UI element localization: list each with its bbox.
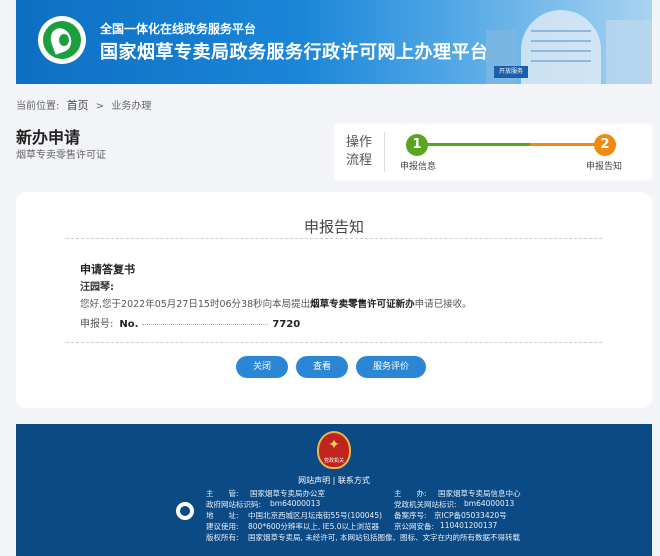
breadcrumb-prefix: 当前位置: [16, 101, 60, 112]
party-government-emblem-icon[interactable]: ✦ 党政机关 [317, 431, 351, 469]
flow-line-completed [417, 143, 530, 146]
footer-value: 国家烟草专卖局信息中心 [438, 489, 521, 498]
step-2-circle: 2 [594, 134, 616, 156]
breadcrumb-separator: > [95, 101, 105, 112]
divider [66, 238, 602, 239]
building-decoration [606, 20, 652, 84]
close-button[interactable]: 关闭 [236, 356, 288, 378]
footer-value: 110401200137 [440, 521, 498, 530]
footer-value: 京ICP备05033420号 [434, 511, 507, 520]
addressee: 汪园琴: [80, 282, 114, 293]
footer-value: 国家烟草专卖局办公室 [250, 489, 325, 498]
breadcrumb-home-link[interactable]: 首页 [67, 99, 89, 112]
divider [66, 342, 602, 343]
footer-label: 主 管: [206, 489, 239, 498]
notice-title: 申报告知 [303, 218, 364, 236]
footer-label: 版权所有: [206, 533, 239, 542]
tobacco-logo-icon [38, 16, 86, 64]
footer-label: 政府网站标识码: [206, 500, 262, 509]
footer-links[interactable]: 网站声明 | 联系方式 [16, 475, 652, 486]
header-banner: 全国一体化在线政务服务平台 国家烟草专卖局政务服务行政许可网上办理平台 开放服务 [16, 0, 652, 84]
footer-label: 建议使用: [206, 522, 239, 531]
government-website-icon[interactable] [176, 502, 194, 520]
footer-label: 党政机关网站标识: [394, 500, 457, 509]
masked-number [142, 323, 269, 325]
view-button[interactable]: 查看 [296, 356, 348, 378]
notice-card: 申报告知 申请答复书 汪园琴: 您好,您于2022年05月27日15时06分38… [16, 192, 652, 408]
footer-label: 主 办: [394, 489, 427, 498]
header-subtitle: 全国一体化在线政务服务平台 [100, 22, 257, 36]
step-1-circle: 1 [406, 134, 428, 156]
footer-value: 中国北京西城区月坛南街55号(100045) [248, 511, 383, 520]
process-flow: 操作流程 1 2 申报信息 申报告知 [334, 124, 652, 180]
letter-title: 申请答复书 [80, 263, 135, 276]
flow-divider [384, 132, 385, 172]
breadcrumb-current: 业务办理 [111, 101, 152, 112]
footer-label: 京公网安备: [394, 522, 435, 531]
footer-value: bm64000013 [464, 499, 515, 508]
breadcrumb: 当前位置: 首页 > 业务办理 [16, 97, 155, 113]
open-service-badge[interactable]: 开放服务 [494, 66, 528, 78]
footer-value: 800*600分辨率以上, IE5.0以上浏览器 [248, 522, 380, 531]
footer-value: bm64000013 [270, 499, 321, 508]
header-title: 国家烟草专卖局政务服务行政许可网上办理平台 [100, 42, 489, 63]
footer-value: 国家烟草专卖局, 未经许可, 本网站包括图像、图标、文字在内的所有数据不得转载 [248, 533, 521, 542]
license-type: 烟草专卖零售许可证新办 [310, 299, 415, 310]
flow-label: 操作流程 [346, 135, 373, 168]
step-1-label: 申报信息 [400, 162, 437, 172]
footer-label: 地 址: [206, 511, 239, 520]
step-2-label: 申报告知 [586, 162, 623, 172]
footer-label: 备案序号: [394, 511, 427, 520]
building-decoration [521, 10, 601, 84]
service-evaluation-button[interactable]: 服务评价 [356, 356, 426, 378]
footer: ✦ 党政机关 网站声明 | 联系方式 主 管: 国家烟草专卖局办公室 主 办: … [16, 424, 652, 556]
page-subtitle: 烟草专卖零售许可证 [16, 150, 106, 161]
page-title: 新办申请 [16, 128, 81, 147]
notice-message: 您好,您于2022年05月27日15时06分38秒向本局提出烟草专卖零售许可证新… [80, 299, 472, 310]
application-number: 申报号: No. 7720 [80, 319, 301, 330]
